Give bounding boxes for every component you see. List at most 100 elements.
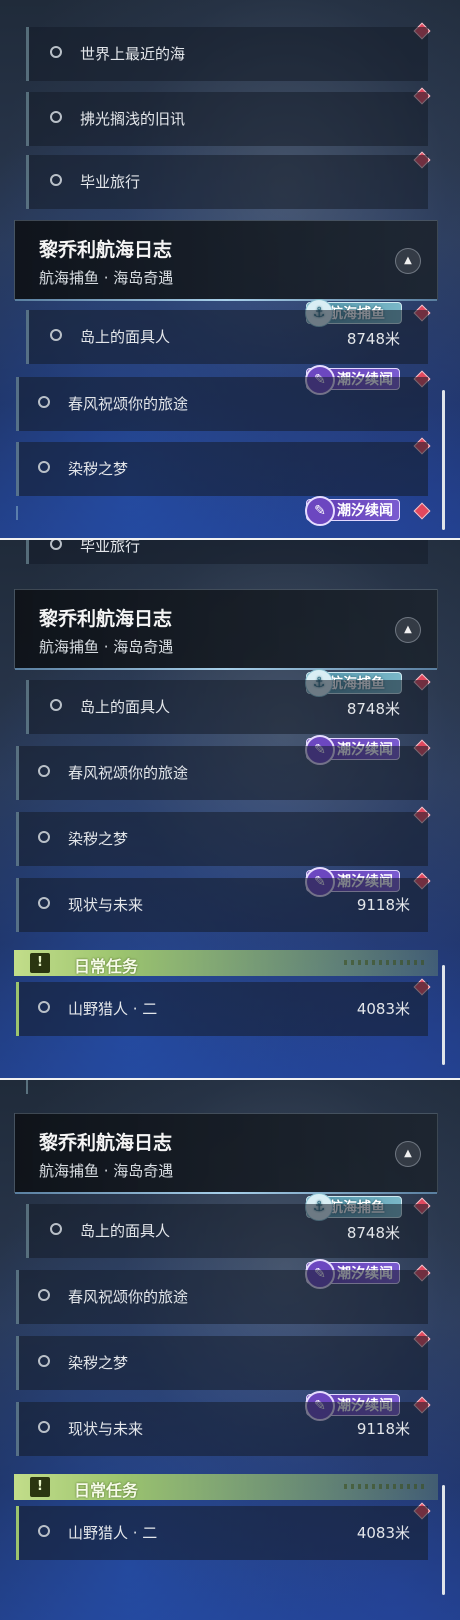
chapter-title: 黎乔利航海日志 — [39, 239, 173, 261]
quest-chapter-header[interactable]: 黎乔利航海日志 航海捕鱼 · 海岛奇遇 ▲ — [14, 1113, 438, 1194]
collapse-button[interactable]: ▲ — [395, 1141, 421, 1167]
quest-row[interactable]: 染秽之梦 — [16, 1336, 428, 1390]
circle-outline-icon — [38, 396, 50, 408]
circle-outline-icon — [38, 1001, 50, 1013]
circle-outline-icon — [50, 699, 62, 711]
quest-label: 现状与未来 — [68, 1420, 144, 1438]
row-accent — [26, 92, 29, 146]
row-accent — [26, 155, 29, 209]
quest-row[interactable]: 山野猎人 · 二 4083米 — [16, 1506, 428, 1560]
daily-section-title: 日常任务 — [74, 1481, 139, 1500]
quest-label: 春风祝颂你的旅途 — [68, 395, 189, 413]
row-accent — [16, 442, 19, 496]
collapse-button[interactable]: ▲ — [395, 248, 421, 274]
quest-label: 岛上的面具人 — [80, 698, 171, 716]
row-accent — [16, 1506, 19, 1560]
quest-row[interactable]: 毕业旅行 — [26, 155, 428, 209]
triangle-up-icon: ▲ — [404, 1148, 412, 1159]
row-accent — [26, 540, 29, 564]
row-accent — [26, 310, 29, 364]
quest-distance: 4083米 — [356, 1524, 410, 1542]
quest-label: 山野猎人 · 二 — [68, 1000, 158, 1018]
quest-row[interactable]: 春风祝颂你的旅途 — [16, 1270, 428, 1324]
row-accent — [16, 878, 19, 932]
exclamation-icon: ! — [30, 953, 50, 973]
circle-outline-icon — [50, 540, 62, 550]
daily-section-header[interactable]: ! 日常任务 — [14, 1474, 438, 1500]
circle-outline-icon — [50, 1223, 62, 1235]
quest-row[interactable]: 现状与未来 9118米 — [16, 1402, 428, 1456]
row-accent — [26, 1204, 29, 1258]
quest-row[interactable]: 岛上的面具人 8748米 — [26, 1204, 428, 1258]
row-accent — [16, 812, 19, 866]
tide-wave-icon: ✎ — [305, 496, 335, 526]
quest-row[interactable]: 世界上最近的海 — [26, 27, 428, 81]
circle-outline-icon — [50, 46, 62, 58]
circle-outline-icon — [38, 1421, 50, 1433]
quest-label: 现状与未来 — [68, 896, 144, 914]
quest-row[interactable]: 岛上的面具人 8748米 — [26, 310, 428, 364]
circle-outline-icon — [50, 174, 62, 186]
quest-label: 山野猎人 · 二 — [68, 1524, 158, 1542]
row-accent — [16, 746, 19, 800]
chapter-subtitle: 航海捕鱼 · 海岛奇遇 — [39, 1162, 174, 1180]
row-accent — [16, 982, 19, 1036]
circle-outline-icon — [38, 765, 50, 777]
exclamation-icon: ! — [30, 1477, 50, 1497]
quest-label: 岛上的面具人 — [80, 1222, 171, 1240]
chapter-subtitle: 航海捕鱼 · 海岛奇遇 — [39, 269, 174, 287]
scrollbar[interactable] — [442, 965, 445, 1065]
circle-outline-icon — [38, 1525, 50, 1537]
circle-outline-icon — [38, 1289, 50, 1301]
scrollbar[interactable] — [442, 390, 445, 530]
badge-label: 潮汐续闻 — [337, 503, 393, 519]
quest-distance: 4083米 — [356, 1000, 410, 1018]
quest-row[interactable]: 岛上的面具人 8748米 — [26, 680, 428, 734]
daily-section-header[interactable]: ! 日常任务 — [14, 950, 438, 976]
quest-distance: 8748米 — [346, 330, 400, 348]
quest-panel-3: 黎乔利航海日志 航海捕鱼 · 海岛奇遇 ▲ ⚓ 航海捕鱼 岛上的面具人 8748… — [0, 1080, 460, 1620]
quest-distance: 9118米 — [356, 896, 410, 914]
quest-row[interactable]: 山野猎人 · 二 4083米 — [16, 982, 428, 1036]
quest-distance: 9118米 — [356, 1420, 410, 1438]
daily-section-title: 日常任务 — [74, 957, 139, 976]
triangle-up-icon: ▲ — [404, 255, 412, 266]
quest-distance: 8748米 — [346, 1224, 400, 1242]
circle-outline-icon — [38, 1355, 50, 1367]
quest-label: 毕业旅行 — [80, 540, 141, 555]
chapter-subtitle: 航海捕鱼 · 海岛奇遇 — [39, 638, 174, 656]
quest-row[interactable]: 染秽之梦 — [16, 442, 428, 496]
tide-badge: ✎ 潮汐续闻 — [305, 496, 400, 526]
row-accent — [26, 680, 29, 734]
row-accent — [26, 1080, 28, 1094]
row-accent — [26, 27, 29, 81]
tracking-diamond-icon[interactable] — [413, 502, 431, 520]
circle-outline-icon — [50, 111, 62, 123]
quest-row[interactable]: 染秽之梦 — [16, 812, 428, 866]
quest-label: 春风祝颂你的旅途 — [68, 1288, 189, 1306]
chapter-title: 黎乔利航海日志 — [39, 1132, 173, 1154]
scrollbar[interactable] — [442, 1485, 445, 1595]
quest-row[interactable]: 毕业旅行 — [26, 540, 428, 564]
row-accent — [16, 1336, 19, 1390]
collapse-button[interactable]: ▲ — [395, 617, 421, 643]
quest-chapter-header[interactable]: 黎乔利航海日志 航海捕鱼 · 海岛奇遇 ▲ — [14, 589, 438, 670]
quest-row[interactable]: 拂光搁浅的旧讯 — [26, 92, 428, 146]
decorative-pattern — [344, 1484, 424, 1489]
quest-label: 染秽之梦 — [68, 460, 129, 478]
quest-label: 毕业旅行 — [80, 173, 141, 191]
quest-label: 染秽之梦 — [68, 1354, 129, 1372]
row-accent — [16, 1402, 19, 1456]
row-accent — [16, 506, 18, 520]
quest-row[interactable]: 春风祝颂你的旅途 — [16, 377, 428, 431]
quest-label: 春风祝颂你的旅途 — [68, 764, 189, 782]
row-accent — [16, 1270, 19, 1324]
decorative-pattern — [344, 960, 424, 965]
quest-row[interactable]: 春风祝颂你的旅途 — [16, 746, 428, 800]
quest-chapter-header[interactable]: 黎乔利航海日志 航海捕鱼 · 海岛奇遇 ▲ — [14, 220, 438, 301]
quest-panel-1: 世界上最近的海 拂光搁浅的旧讯 毕业旅行 黎乔利航海日志 航海捕鱼 · 海岛奇遇… — [0, 0, 460, 538]
quest-row[interactable]: 现状与未来 9118米 — [16, 878, 428, 932]
quest-panel-2: 毕业旅行 黎乔利航海日志 航海捕鱼 · 海岛奇遇 ▲ ⚓ 航海捕鱼 岛上的面具人… — [0, 540, 460, 1078]
quest-label: 岛上的面具人 — [80, 328, 171, 346]
circle-outline-icon — [38, 897, 50, 909]
